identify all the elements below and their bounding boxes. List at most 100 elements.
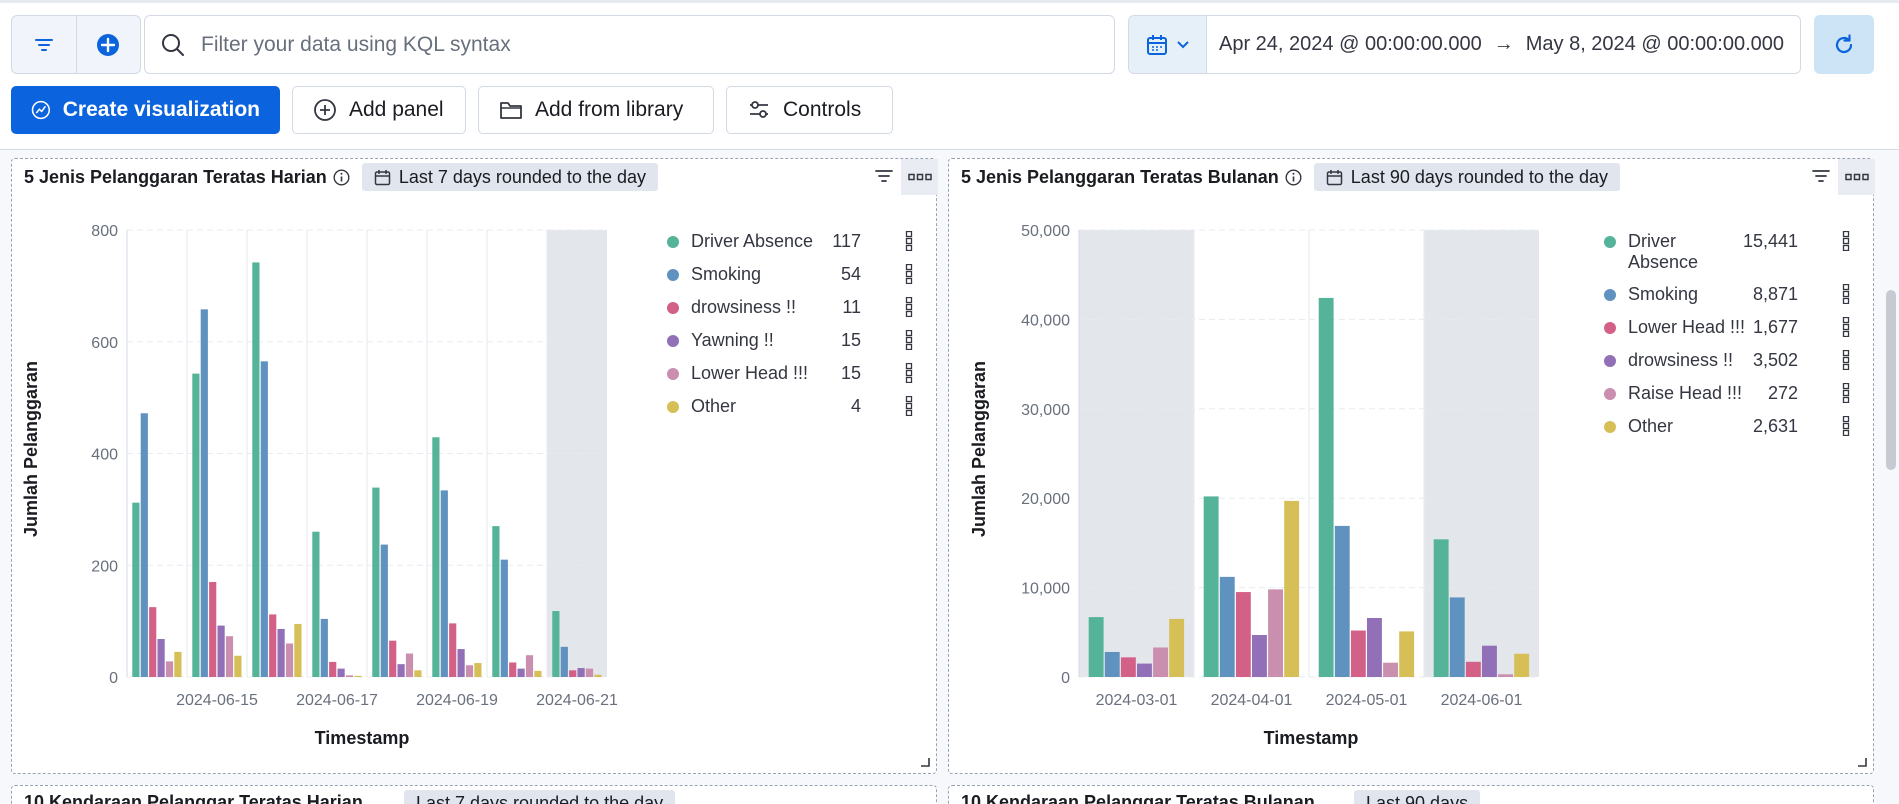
legend-item[interactable]: Lower Head !!! 1,677 <box>1604 317 1850 338</box>
legend-value: 54 <box>840 264 861 284</box>
bar <box>260 361 268 677</box>
bar <box>1153 647 1168 677</box>
legend-label: drowsiness !! <box>1628 350 1734 370</box>
more-horizontal-icon <box>1844 173 1869 181</box>
legend-value: 8,871 <box>1752 284 1798 304</box>
bar <box>1268 589 1283 677</box>
legend-item[interactable]: Driver Absence 117 <box>667 231 913 252</box>
bar <box>1284 500 1300 677</box>
legend-color-dot <box>667 401 679 413</box>
bar-chart-monthly: Jumlah Pelanggaran Timestamp 0 10,000 20,0… <box>969 223 1539 748</box>
create-visualization-label: Create visualization <box>62 98 260 121</box>
legend-value: 3,502 <box>1752 350 1798 370</box>
bar <box>234 655 242 677</box>
bar <box>192 373 200 677</box>
panel-options-button[interactable] <box>1838 159 1875 195</box>
x-tick-label: 2024-06-01 <box>1441 692 1523 709</box>
y-tick-label: 0 <box>1061 670 1070 687</box>
more-vertical-icon[interactable] <box>905 330 913 350</box>
filter-menu-button[interactable] <box>12 16 76 73</box>
create-visualization-button[interactable]: Create visualization <box>11 86 280 134</box>
legend-item[interactable]: Other 2,631 <box>1604 416 1850 437</box>
time-range-badge[interactable]: Last 90 days <box>1354 790 1481 804</box>
arrow-right-icon: → <box>1493 33 1514 55</box>
panel-filter-icon[interactable] <box>875 169 893 183</box>
bar <box>1088 617 1104 677</box>
add-from-library-button[interactable]: Add from library <box>478 86 714 134</box>
bar <box>1399 631 1415 677</box>
top-divider <box>0 0 1899 3</box>
bar <box>397 664 405 677</box>
more-vertical-icon[interactable] <box>905 264 913 284</box>
bar <box>569 670 577 677</box>
legend-color-dot <box>667 368 679 380</box>
legend-item[interactable]: Other 4 <box>667 396 913 417</box>
resize-handle-icon[interactable] <box>1855 755 1867 767</box>
bar <box>585 668 594 677</box>
y-tick-label: 20,000 <box>1021 491 1070 508</box>
y-axis-title: Jumlah Pelanggaran <box>969 361 989 537</box>
panel-title: 10 Kendaraan Pelanggar Teratas Bulanan <box>961 792 1315 804</box>
bar <box>405 653 414 677</box>
bar <box>217 625 225 677</box>
add-filter-button[interactable] <box>75 16 141 73</box>
bar <box>252 262 260 677</box>
legend-label: Other <box>1628 416 1674 436</box>
bar <box>525 655 534 677</box>
kql-search-input[interactable] <box>201 32 1081 57</box>
bar <box>1514 653 1530 677</box>
kql-search-bar[interactable] <box>144 15 1115 74</box>
legend-item[interactable]: Yawning !! 15 <box>667 330 913 351</box>
more-vertical-icon[interactable] <box>1842 416 1850 436</box>
chart-shaded-region <box>1079 230 1194 677</box>
legend-item[interactable]: drowsiness !! 3,502 <box>1604 350 1850 371</box>
more-vertical-icon[interactable] <box>905 297 913 317</box>
more-vertical-icon[interactable] <box>1842 350 1850 370</box>
legend-item[interactable]: Driver Absence 15,441 <box>1604 231 1850 273</box>
refresh-button[interactable] <box>1814 15 1874 74</box>
more-vertical-icon[interactable] <box>1842 231 1850 251</box>
legend-label: Lower Head !!! <box>691 363 809 383</box>
folder-icon <box>500 102 522 119</box>
bar <box>1219 576 1235 677</box>
resize-handle-icon[interactable] <box>918 755 930 767</box>
bar <box>209 582 217 677</box>
legend-color-dot <box>1604 289 1616 301</box>
bar <box>380 544 388 677</box>
y-tick-label: 0 <box>109 670 118 687</box>
top-toolbar: Apr 24, 2024 @ 00:00:00.000 → May 8, 202… <box>0 0 1899 150</box>
add-panel-label: Add panel <box>349 98 444 121</box>
date-end[interactable]: May 8, 2024 @ 00:00:00.000 <box>1514 33 1796 56</box>
date-start[interactable]: Apr 24, 2024 @ 00:00:00.000 <box>1207 33 1494 56</box>
legend-item[interactable]: drowsiness !! 11 <box>667 297 913 318</box>
panel-filter-icon[interactable] <box>1812 169 1830 183</box>
bar <box>174 651 182 677</box>
panel-monthly-vehicles: 10 Kendaraan Pelanggar Teratas Bulanan L… <box>948 785 1874 804</box>
legend-color-dot <box>1604 355 1616 367</box>
more-vertical-icon[interactable] <box>905 363 913 383</box>
bar <box>517 668 525 677</box>
bar <box>1235 592 1251 677</box>
x-tick-label: 2024-06-21 <box>536 692 618 709</box>
legend-value: 2,631 <box>1752 416 1798 436</box>
more-vertical-icon[interactable] <box>1842 317 1850 337</box>
date-quick-menu-button[interactable] <box>1129 16 1207 73</box>
legend-item[interactable]: Raise Head !!! 272 <box>1604 383 1850 404</box>
time-range-badge[interactable]: Last 7 days rounded to the day <box>404 790 676 804</box>
panel-options-button[interactable] <box>901 159 938 195</box>
legend-value: 4 <box>850 396 861 416</box>
more-vertical-icon[interactable] <box>1842 284 1850 304</box>
bar <box>414 670 422 677</box>
more-vertical-icon[interactable] <box>905 231 913 251</box>
legend-item[interactable]: Smoking 54 <box>667 264 913 285</box>
more-vertical-icon[interactable] <box>1842 383 1850 403</box>
legend-item[interactable]: Smoking 8,871 <box>1604 284 1850 305</box>
controls-button[interactable]: Controls <box>726 86 893 134</box>
bar <box>225 636 234 677</box>
page-scrollbar[interactable] <box>1886 290 1896 470</box>
legend-item[interactable]: Lower Head !!! 15 <box>667 363 913 384</box>
y-axis-title: Jumlah Pelanggaran <box>21 361 41 537</box>
y-tick-label: 40,000 <box>1021 312 1070 329</box>
more-vertical-icon[interactable] <box>905 396 913 416</box>
add-panel-button[interactable]: Add panel <box>292 86 466 134</box>
